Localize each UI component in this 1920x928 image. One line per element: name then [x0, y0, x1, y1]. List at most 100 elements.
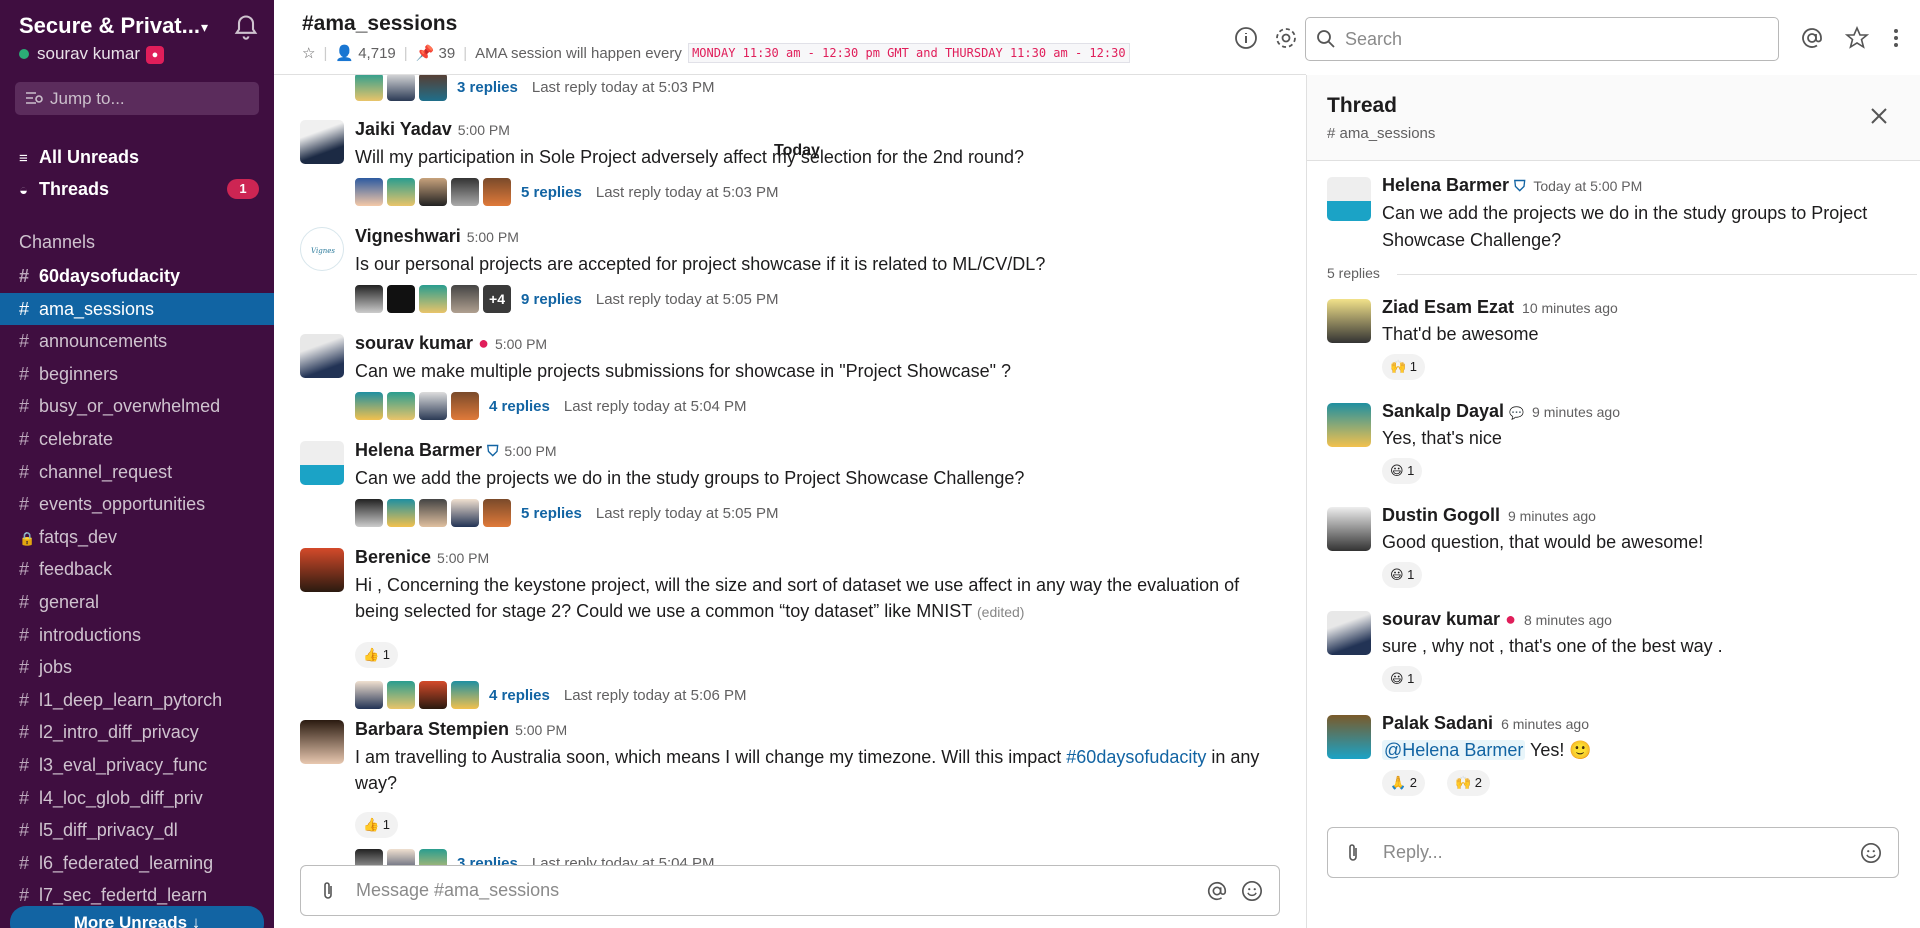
message-sender[interactable]: Vigneshwari 5:00 PM [355, 226, 519, 247]
thread-summary[interactable]: 5 replies Last reply today at 5:03 PM [355, 177, 778, 207]
more-vertical-icon[interactable] [1884, 26, 1908, 50]
reply-count[interactable]: 5 replies [521, 505, 582, 522]
message-sender[interactable]: Jaiki Yadav 5:00 PM [355, 119, 510, 140]
thread-summary[interactable]: 5 replies Last reply today at 5:05 PM [355, 498, 778, 528]
message-sender[interactable]: Dustin Gogoll 9 minutes ago [1382, 505, 1596, 526]
thread-summary[interactable]: 3 replies Last reply today at 5:03 PM [355, 75, 714, 102]
member-count[interactable]: 4,719 [358, 45, 396, 62]
search-input[interactable]: Search [1305, 17, 1779, 61]
avatar[interactable] [300, 334, 344, 378]
message-sender[interactable]: Helena Barmer ⛉ Today at 5:00 PM [1382, 175, 1642, 196]
sidebar-item-fatqs-dev[interactable]: 🔒 fatqs_dev [0, 521, 274, 553]
message-time[interactable]: 5:00 PM [495, 336, 547, 352]
avatar[interactable] [300, 120, 344, 164]
mention-icon[interactable] [1206, 880, 1228, 902]
jump-to-button[interactable]: Jump to... [15, 82, 259, 115]
message-sender[interactable]: sourav kumar ● 8 minutes ago [1382, 609, 1612, 630]
sidebar-item-general[interactable]: # general [0, 586, 274, 618]
avatar[interactable] [300, 441, 344, 485]
channels-section-header[interactable]: Channels [19, 232, 95, 253]
user-mention[interactable]: @Helena Barmer [1382, 740, 1526, 760]
sidebar-item-channel-request[interactable]: # channel_request [0, 456, 274, 488]
sidebar-item-threads[interactable]: ◒ Threads 1 [0, 173, 274, 205]
close-icon[interactable] [1867, 104, 1891, 128]
reaction-smiley[interactable]: 😃 1 [1382, 458, 1423, 484]
sidebar-item-l2-intro-diff-privacy[interactable]: # l2_intro_diff_privacy [0, 716, 274, 748]
sidebar-item-l6-federated-learning[interactable]: # l6_federated_learning [0, 847, 274, 879]
avatar[interactable] [1327, 403, 1371, 447]
thread-reply-composer[interactable]: Reply... [1327, 827, 1899, 878]
message-sender[interactable]: Sankalp Dayal 💬 9 minutes ago [1382, 401, 1620, 422]
sidebar-item-l3-eval-privacy-func[interactable]: # l3_eval_privacy_func [0, 749, 274, 781]
thread-summary[interactable]: 4 replies Last reply today at 5:06 PM [355, 680, 746, 710]
sidebar-item-l5-diff-privacy-dl[interactable]: # l5_diff_privacy_dl [0, 814, 274, 846]
message-time[interactable]: 9 minutes ago [1508, 508, 1596, 524]
message-composer[interactable]: Message #ama_sessions [300, 865, 1280, 916]
message-time[interactable]: 9 minutes ago [1532, 404, 1620, 420]
reply-count[interactable]: 9 replies [521, 291, 582, 308]
avatar[interactable] [1327, 507, 1371, 551]
sidebar-item-celebrate[interactable]: # celebrate [0, 423, 274, 455]
avatar[interactable]: Vignes [300, 227, 344, 271]
info-icon[interactable] [1234, 26, 1258, 50]
emoji-icon[interactable] [1241, 880, 1263, 902]
bell-icon[interactable] [232, 13, 260, 41]
sidebar-item-beginners[interactable]: # beginners [0, 358, 274, 390]
reaction-raised-hands[interactable]: 🙌 1 [1382, 354, 1426, 380]
sidebar-item-l4-loc-glob-diff-priv[interactable]: # l4_loc_glob_diff_priv [0, 782, 274, 814]
avatar[interactable] [1327, 177, 1371, 221]
workspace-name[interactable]: Secure & Privat... [19, 13, 200, 39]
reaction-smiley[interactable]: 😃 1 [1382, 666, 1423, 692]
thread-summary[interactable]: 4 replies Last reply today at 5:04 PM [355, 391, 746, 421]
sidebar-item-feedback[interactable]: # feedback [0, 553, 274, 585]
reply-count[interactable]: 4 replies [489, 398, 550, 415]
channel-link[interactable]: #60daysofudacity [1066, 747, 1206, 767]
sidebar-item-ama-sessions[interactable]: # ama_sessions [0, 292, 274, 325]
mentions-icon[interactable] [1800, 26, 1824, 50]
gear-icon[interactable] [1274, 26, 1298, 50]
channel-title[interactable]: #ama_sessions [302, 12, 457, 36]
thread-summary[interactable]: +4 9 replies Last reply today at 5:05 PM [355, 284, 778, 314]
avatar[interactable] [300, 720, 344, 764]
sidebar-item-busy-or-overwhelmed[interactable]: # busy_or_overwhelmed [0, 390, 274, 422]
message-sender[interactable]: Palak Sadani 6 minutes ago [1382, 713, 1589, 734]
reaction-thumbs-up[interactable]: 👍 1 [355, 812, 399, 838]
more-unreads-button[interactable]: More Unreads ↓ [10, 906, 264, 928]
thread-summary[interactable]: 3 replies Last reply today at 5:04 PM [355, 848, 714, 865]
message-time[interactable]: 5:00 PM [458, 122, 510, 138]
sidebar-item-jobs[interactable]: # jobs [0, 651, 274, 683]
sidebar-item-introductions[interactable]: # introductions [0, 619, 274, 651]
message-time[interactable]: 5:00 PM [467, 229, 519, 245]
message-sender[interactable]: sourav kumar ● 5:00 PM [355, 333, 547, 354]
avatar[interactable] [1327, 715, 1371, 759]
message-time[interactable]: 6 minutes ago [1501, 716, 1589, 732]
emoji-icon[interactable] [1860, 842, 1882, 864]
avatar[interactable] [1327, 299, 1371, 343]
starred-icon[interactable] [1845, 26, 1869, 50]
message-time[interactable]: 5:00 PM [504, 443, 556, 459]
sidebar-item-announcements[interactable]: # announcements [0, 325, 274, 357]
message-time[interactable]: 5:00 PM [515, 722, 567, 738]
message-time[interactable]: 10 minutes ago [1522, 300, 1618, 316]
workspace-header[interactable]: Secure & Privat... ▾ sourav kumar ● [19, 13, 259, 73]
attachment-icon[interactable] [1342, 842, 1364, 864]
star-icon[interactable]: ☆ [302, 44, 315, 62]
message-sender[interactable]: Helena Barmer ⛉ 5:00 PM [355, 440, 557, 461]
pin-icon[interactable]: 📌 [416, 44, 435, 62]
sidebar-item-60daysofudacity[interactable]: #60daysofudacity [0, 260, 274, 292]
message-sender[interactable]: Berenice 5:00 PM [355, 547, 489, 568]
message-sender[interactable]: Barbara Stempien 5:00 PM [355, 719, 567, 740]
avatar[interactable] [300, 548, 344, 592]
message-time[interactable]: 5:00 PM [437, 550, 489, 566]
sidebar-item-events-opportunities[interactable]: # events_opportunities [0, 488, 274, 520]
message-sender[interactable]: Ziad Esam Ezat 10 minutes ago [1382, 297, 1618, 318]
pin-count[interactable]: 39 [439, 45, 456, 62]
sidebar-item-l1-deep-learn-pytorch[interactable]: # l1_deep_learn_pytorch [0, 684, 274, 716]
message-time[interactable]: Today at 5:00 PM [1533, 178, 1642, 194]
sidebar-item-all-unreads[interactable]: ≡ All Unreads [0, 141, 274, 173]
reaction-raised-hands[interactable]: 🙌 2 [1447, 770, 1491, 796]
reply-count[interactable]: 3 replies [457, 79, 518, 96]
chevron-down-icon[interactable]: ▾ [201, 19, 208, 36]
current-user[interactable]: sourav kumar ● [19, 44, 164, 64]
reaction-thumbs-up[interactable]: 👍 1 [355, 642, 399, 668]
